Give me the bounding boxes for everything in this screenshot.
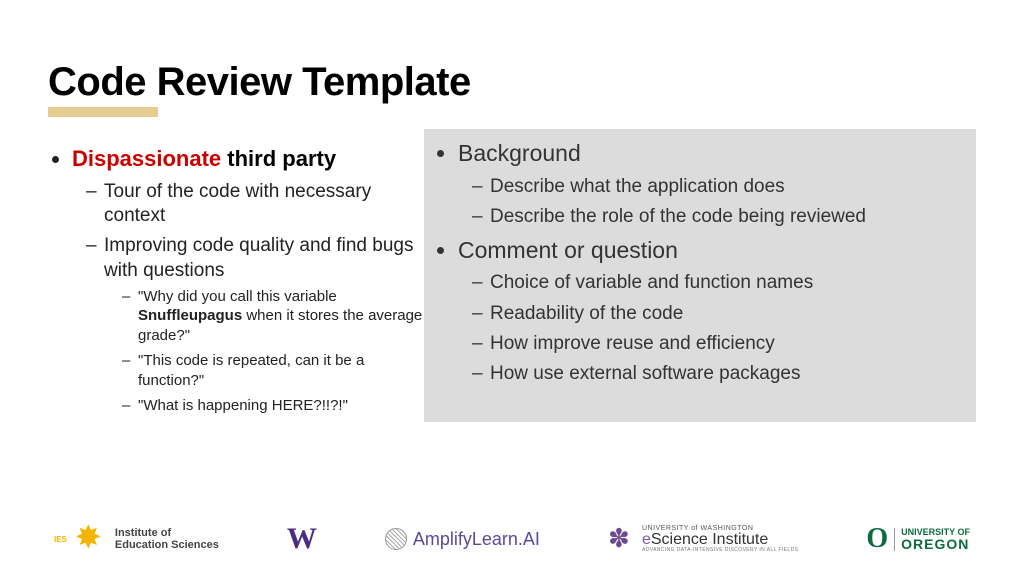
- brain-icon: [385, 528, 407, 550]
- title-block: Code Review Template: [48, 60, 976, 117]
- uo-text: UNIVERSITY OF OREGON: [894, 528, 970, 551]
- list-item: Improving code quality and find bugs wit…: [86, 234, 424, 416]
- list-item: Readability of the code: [472, 302, 962, 326]
- uo-o-icon: O: [866, 523, 888, 555]
- escience-text: UNIVERSITY of WASHINGTON eScience Instit…: [642, 525, 798, 553]
- uw-w-icon: W: [287, 522, 317, 556]
- ies-label: IES: [54, 535, 67, 544]
- title-underline: [48, 107, 158, 117]
- list-item: Describe the role of the code being revi…: [472, 205, 962, 229]
- left-column: Dispassionate third party Tour of the co…: [48, 135, 424, 422]
- list-item-text: Improving code quality and find bugs wit…: [104, 235, 413, 280]
- heading-rest: third party: [221, 146, 336, 171]
- right-column: Background Describe what the application…: [424, 129, 976, 422]
- section-heading: Background Describe what the application…: [458, 139, 962, 230]
- list-item: How use external software packages: [472, 362, 962, 386]
- amplify-logo: AmplifyLearn.AI: [385, 528, 540, 550]
- logo-bar: IES Institute of Education Sciences W Am…: [0, 514, 1024, 564]
- slide-title: Code Review Template: [48, 60, 976, 105]
- section-heading: Comment or question Choice of variable a…: [458, 236, 962, 387]
- right-sublist: Describe what the application does Descr…: [458, 175, 962, 230]
- list-item: Tour of the code with necessary context: [86, 180, 424, 229]
- list-item: Describe what the application does: [472, 175, 962, 199]
- list-item: "This code is repeated, can it be a func…: [122, 351, 424, 390]
- highlight-word: Dispassionate: [72, 146, 221, 171]
- columns: Dispassionate third party Tour of the co…: [48, 135, 976, 422]
- question-list: "Why did you call this variable Snuffleu…: [104, 287, 424, 416]
- right-sublist: Choice of variable and function names Re…: [458, 271, 962, 386]
- escience-logo: UNIVERSITY of WASHINGTON eScience Instit…: [608, 525, 798, 553]
- list-item: Choice of variable and function names: [472, 271, 962, 295]
- network-icon: [608, 525, 636, 553]
- slide: Code Review Template Dispassionate third…: [0, 0, 1024, 576]
- uw-logo: W: [287, 522, 317, 556]
- left-sublist: Tour of the code with necessary context …: [72, 180, 424, 416]
- left-heading: Dispassionate third party Tour of the co…: [72, 145, 424, 416]
- sun-icon: [75, 522, 109, 556]
- left-list: Dispassionate third party Tour of the co…: [50, 145, 424, 416]
- list-item: "Why did you call this variable Snuffleu…: [122, 287, 424, 346]
- ies-logo: IES Institute of Education Sciences: [54, 522, 219, 556]
- list-item: How improve reuse and efficiency: [472, 332, 962, 356]
- right-list: Background Describe what the application…: [436, 139, 962, 387]
- list-item: "What is happening HERE?!!?!": [122, 396, 424, 416]
- uoregon-logo: O UNIVERSITY OF OREGON: [866, 523, 970, 555]
- ies-text: Institute of Education Sciences: [115, 527, 219, 551]
- amplify-text: AmplifyLearn.AI: [413, 529, 540, 550]
